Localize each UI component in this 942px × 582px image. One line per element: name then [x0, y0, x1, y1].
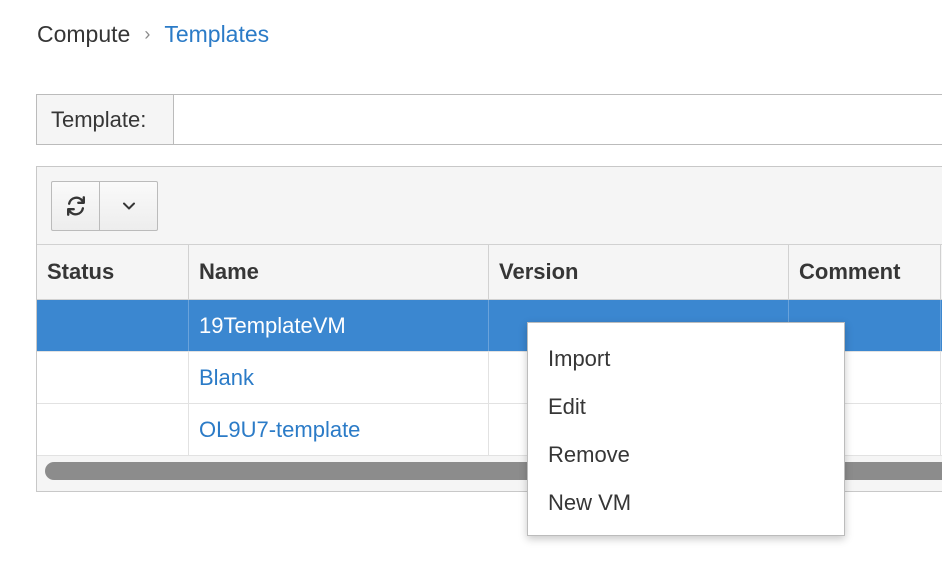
column-header-status[interactable]: Status — [37, 245, 189, 299]
column-header-comment[interactable]: Comment — [789, 245, 941, 299]
chevron-down-icon — [122, 202, 135, 210]
grid-toolbar — [51, 181, 158, 231]
status-cell — [37, 300, 189, 351]
breadcrumb-compute[interactable]: Compute — [37, 21, 130, 48]
search-label: Template: — [37, 95, 174, 144]
template-name-link[interactable]: OL9U7-template — [189, 404, 489, 455]
template-name-link[interactable]: 19TemplateVM — [189, 300, 489, 351]
refresh-options-dropdown[interactable] — [99, 182, 157, 230]
breadcrumb-templates[interactable]: Templates — [164, 21, 269, 48]
menu-item-import[interactable]: Import — [528, 335, 844, 383]
search-bar: Template: — [36, 94, 942, 145]
column-header-name[interactable]: Name — [189, 245, 489, 299]
refresh-icon — [66, 196, 85, 216]
breadcrumb: Compute › Templates — [37, 18, 269, 50]
breadcrumb-separator-icon: › — [144, 23, 151, 44]
column-header-version[interactable]: Version — [489, 245, 789, 299]
menu-item-new-vm[interactable]: New VM — [528, 479, 844, 527]
search-input[interactable] — [174, 95, 942, 144]
status-cell — [37, 404, 189, 455]
status-cell — [37, 352, 189, 403]
template-name-link[interactable]: Blank — [189, 352, 489, 403]
menu-item-edit[interactable]: Edit — [528, 383, 844, 431]
row-context-menu: Import Edit Remove New VM — [527, 322, 845, 536]
table-header: Status Name Version Comment — [37, 244, 942, 300]
menu-item-remove[interactable]: Remove — [528, 431, 844, 479]
templates-page: Compute › Templates Template: Status Nam… — [0, 0, 942, 582]
refresh-button[interactable] — [52, 182, 99, 230]
